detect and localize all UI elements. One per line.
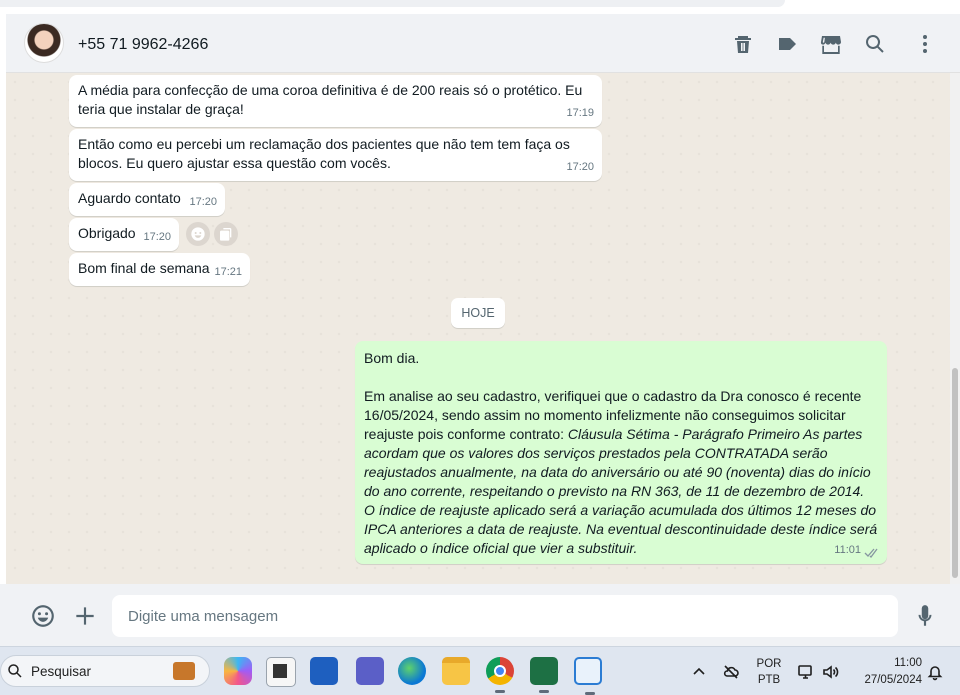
message-text: Então como eu percebi um reclamação dos … (78, 136, 570, 171)
message-clause-text: Cláusula Sétima - Parágrafo Primeiro As … (364, 426, 878, 556)
message-greeting: Bom dia. (364, 350, 420, 366)
teams-icon[interactable] (356, 657, 384, 685)
chevron-up-icon[interactable] (690, 663, 708, 681)
emoji-react-icon[interactable] (186, 222, 210, 246)
message-time: 17:21 (214, 266, 242, 278)
message-bubble-incoming[interactable]: A média para confecção de uma coroa defi… (69, 75, 602, 127)
message-bubble-incoming[interactable]: Então como eu percebi um reclamação dos … (69, 129, 602, 181)
message-input[interactable] (112, 595, 898, 637)
folder-icon[interactable] (442, 657, 470, 685)
message-time: 17:20 (566, 161, 594, 173)
trash-icon[interactable] (731, 32, 755, 56)
monitor-icon[interactable] (797, 663, 815, 681)
language-top[interactable]: POR (756, 658, 782, 670)
copy-icon[interactable] (214, 222, 238, 246)
taskbar-search-label: Pesquisar (31, 664, 92, 679)
search-icon (8, 664, 22, 678)
chrome-icon[interactable] (486, 657, 514, 693)
clock-date[interactable]: 27/05/2024 (852, 674, 922, 686)
contact-avatar[interactable] (24, 23, 64, 63)
chrome-center (494, 665, 506, 677)
notification-bell-icon[interactable] (926, 663, 944, 681)
plus-attach-icon[interactable] (72, 603, 98, 629)
chat-scrollbar[interactable] (950, 73, 960, 584)
clock-time[interactable]: 11:00 (852, 657, 922, 669)
message-text: Bom final de semana (78, 260, 210, 276)
address-bar-edge[interactable] (0, 0, 785, 7)
chat-header: +55 71 9962-4266 (6, 14, 960, 73)
taskbar-search[interactable]: Pesquisar (0, 655, 210, 687)
file-explorer-icon[interactable] (266, 657, 296, 687)
label-icon[interactable] (775, 32, 799, 56)
copilot-icon[interactable] (224, 657, 252, 685)
microphone-icon[interactable] (912, 603, 938, 629)
message-time: 17:20 (189, 196, 217, 208)
message-bubble-outgoing[interactable]: Bom dia. Em analise ao seu cadastro, ver… (355, 341, 887, 564)
excel-icon[interactable] (530, 657, 558, 693)
double-check-icon (864, 548, 878, 558)
message-text: Aguardo contato (78, 190, 181, 206)
message-text: Obrigado (78, 225, 136, 241)
windows-taskbar: Pesquisar POR PTB 11:00 27/05/2024 (0, 646, 960, 695)
file-explorer-inner (273, 664, 287, 678)
cloud-offline-icon[interactable] (722, 663, 740, 681)
date-divider: HOJE (451, 298, 505, 328)
edge-icon[interactable] (398, 657, 426, 685)
message-body: Em analise ao seu cadastro, verifiquei q… (364, 387, 878, 558)
browser-top-strip (0, 0, 960, 15)
emoji-icon[interactable] (30, 603, 56, 629)
scrollbar-thumb[interactable] (952, 368, 958, 578)
briefcase-icon (173, 662, 195, 680)
menu-icon[interactable] (913, 32, 937, 56)
contact-name[interactable]: +55 71 9962-4266 (78, 36, 208, 54)
message-time: 11:01 (834, 544, 861, 556)
language-bottom[interactable]: PTB (756, 674, 782, 686)
message-bubble-incoming[interactable]: Obrigado 17:20 (69, 218, 179, 251)
store-app-icon[interactable] (310, 657, 338, 685)
speaker-icon[interactable] (821, 663, 839, 681)
message-bubble-incoming[interactable]: Aguardo contato 17:20 (69, 183, 225, 216)
notepad-icon[interactable] (574, 657, 602, 695)
message-bubble-incoming[interactable]: Bom final de semana 17:21 (69, 253, 250, 286)
store-icon[interactable] (819, 32, 843, 56)
chat-area[interactable]: A média para confecção de uma coroa defi… (6, 73, 950, 584)
message-text: A média para confecção de uma coroa defi… (78, 82, 583, 117)
message-time: 17:20 (143, 231, 171, 243)
message-composer (6, 584, 960, 646)
search-icon[interactable] (863, 32, 887, 56)
message-time: 17:19 (566, 107, 594, 119)
